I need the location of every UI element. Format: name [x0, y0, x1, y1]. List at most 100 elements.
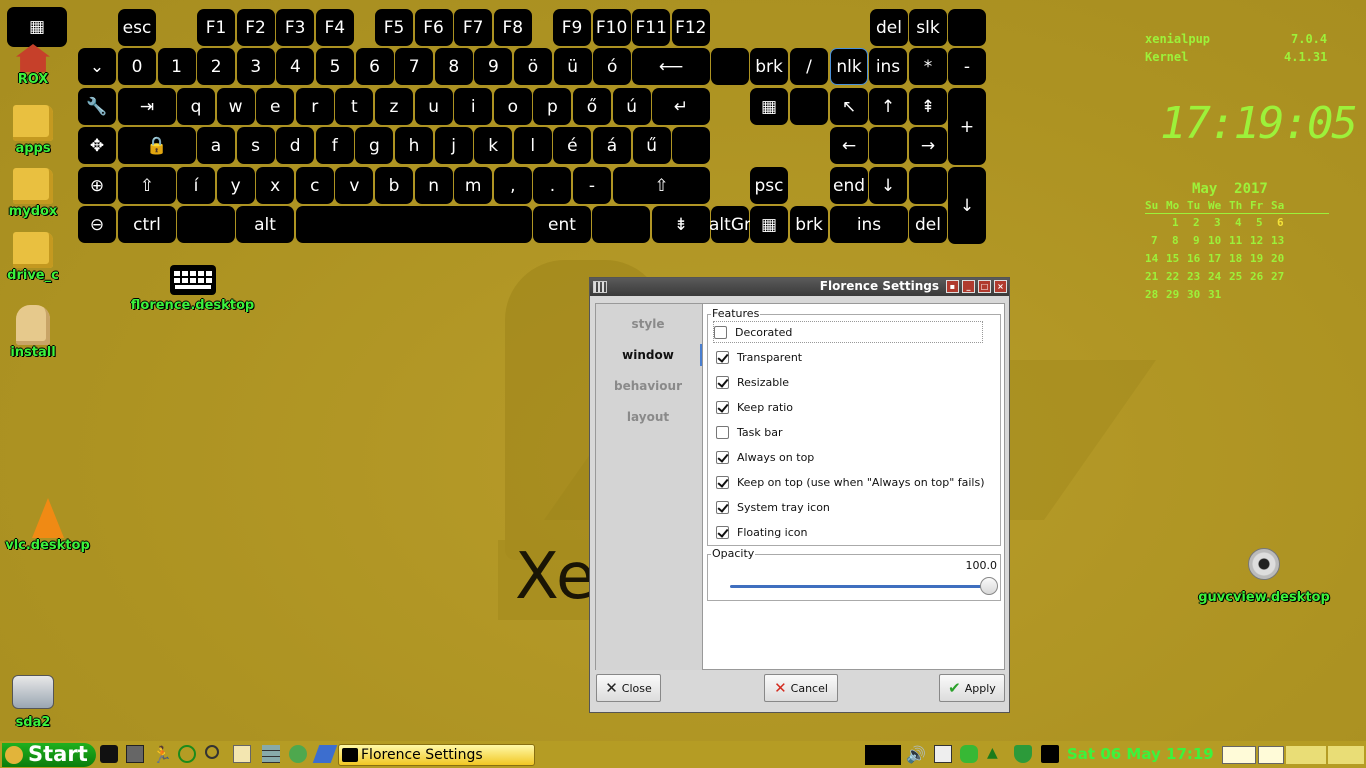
display-icon[interactable] — [100, 745, 118, 763]
pager-desktop-2[interactable] — [1258, 746, 1284, 764]
minus-key[interactable]: - — [948, 48, 986, 85]
left-arrow-key[interactable]: ← — [830, 127, 868, 164]
paint-icon[interactable] — [289, 745, 307, 763]
keyboard-layout-key-2[interactable]: ▦ — [750, 206, 788, 243]
key-digit-4[interactable]: 4 — [276, 48, 315, 85]
key-letter-8[interactable]: o — [493, 88, 532, 125]
right-arrow-key[interactable]: → — [909, 127, 947, 164]
f10-key[interactable]: F10 — [592, 9, 631, 46]
end-key[interactable]: end — [830, 167, 868, 204]
key-letter-row4-7[interactable]: m — [454, 167, 493, 204]
down-arrow-key[interactable]: ↓ — [869, 167, 907, 204]
enter-lower-key[interactable] — [672, 127, 710, 164]
key-letter-row3-9[interactable]: é — [553, 127, 592, 164]
key-letter-row3-4[interactable]: g — [355, 127, 394, 164]
numpad-enter-key[interactable]: ↓ — [948, 167, 986, 244]
opacity-slider-handle[interactable] — [980, 577, 998, 595]
key-letter-row3-1[interactable]: s — [236, 127, 275, 164]
desktop-icon-sda2[interactable]: sda2 — [6, 675, 60, 730]
ent-key[interactable]: ent — [533, 206, 591, 243]
feature-checkbox[interactable] — [714, 325, 727, 339]
tab-style[interactable]: style — [596, 317, 700, 331]
cancel-button[interactable]: ✕ Cancel — [764, 674, 838, 702]
key-letter-1[interactable]: w — [216, 88, 255, 125]
desktop-icon-florence[interactable]: florence.desktop — [130, 265, 255, 313]
altgr-key[interactable]: altGr — [709, 206, 751, 243]
keyboard-tray-icon[interactable] — [1041, 745, 1059, 763]
desktop-icon-mydox[interactable]: mydox — [6, 168, 60, 219]
network-icon[interactable]: ▲ — [987, 745, 1005, 763]
grid-icon[interactable] — [262, 745, 280, 763]
numlock-key[interactable]: nlk — [830, 48, 868, 85]
pager-desktop-1[interactable] — [1222, 746, 1256, 764]
zoom-in-key[interactable]: ⊕ — [78, 167, 116, 204]
tab-behaviour[interactable]: behaviour — [596, 379, 700, 393]
desktop-icon-apps[interactable]: apps — [8, 105, 58, 156]
asterisk-key[interactable]: * — [909, 48, 947, 85]
key-letter-5[interactable]: z — [375, 88, 413, 125]
blank-key[interactable] — [869, 127, 907, 164]
key-letter-row3-7[interactable]: k — [474, 127, 513, 164]
scroll-lock-key[interactable]: slk — [909, 9, 947, 46]
key-letter-4[interactable]: t — [335, 88, 374, 125]
collapse-key[interactable]: ⌄ — [78, 48, 116, 85]
f3-key[interactable]: F3 — [276, 9, 315, 46]
feature-checkbox[interactable] — [716, 400, 729, 414]
feature-checkbox[interactable] — [716, 500, 729, 514]
feature-option[interactable]: Keep ratio — [716, 397, 793, 417]
key-letter-11[interactable]: ú — [612, 88, 651, 125]
plus-key[interactable]: + — [948, 88, 986, 165]
key-letter-row4-10[interactable]: - — [573, 167, 611, 204]
desktop-icon-install[interactable]: install — [8, 305, 58, 360]
alt-key[interactable]: alt — [236, 206, 294, 243]
backspace-key[interactable]: ⟵ — [632, 48, 710, 85]
super-key[interactable] — [177, 206, 235, 243]
maximize-button[interactable]: □ — [978, 280, 991, 293]
desktop-icon-drive-c[interactable]: drive_c — [6, 232, 60, 283]
key-digit-7[interactable]: 7 — [395, 48, 434, 85]
key-letter-row4-2[interactable]: x — [256, 167, 295, 204]
caps-lock-key[interactable]: 🔒 — [118, 127, 196, 164]
break-key[interactable]: brk — [750, 48, 788, 85]
key-letter-row4-0[interactable]: í — [177, 167, 215, 204]
storage-icon[interactable] — [960, 745, 978, 763]
key-letter-row4-8[interactable]: , — [493, 167, 532, 204]
insert-key[interactable]: ins — [869, 48, 907, 85]
blank-key[interactable] — [790, 88, 828, 125]
keyboard-layout-key[interactable]: ▦ — [750, 88, 788, 125]
key-letter-row4-1[interactable]: y — [216, 167, 255, 204]
key-letter-row4-3[interactable]: c — [295, 167, 334, 204]
key-char-10[interactable]: ö — [514, 48, 552, 85]
key-digit-5[interactable]: 5 — [316, 48, 354, 85]
f8-key[interactable]: F8 — [493, 9, 532, 46]
right-shift-key[interactable]: ⇧ — [613, 167, 710, 204]
feature-checkbox[interactable] — [716, 425, 729, 439]
break-key-2[interactable]: brk — [790, 206, 828, 243]
up-arrow-key[interactable]: ↑ — [869, 88, 907, 125]
key-letter-9[interactable]: p — [533, 88, 572, 125]
key-letter-row3-11[interactable]: ű — [632, 127, 671, 164]
delete-key[interactable]: del — [870, 9, 908, 46]
feature-option[interactable]: Resizable — [716, 372, 789, 392]
key-letter-7[interactable]: i — [454, 88, 493, 125]
power-icon[interactable] — [178, 745, 196, 763]
key-letter-row4-6[interactable]: n — [414, 167, 453, 204]
apply-button[interactable]: ✔ Apply — [939, 674, 1005, 702]
key-letter-6[interactable]: u — [414, 88, 453, 125]
insert-key-2[interactable]: ins — [830, 206, 908, 243]
f6-key[interactable]: F6 — [414, 9, 453, 46]
key-letter-row3-0[interactable]: a — [197, 127, 235, 164]
start-button[interactable]: Start — [2, 742, 96, 767]
shade-button[interactable]: ▪ — [946, 280, 959, 293]
key-letter-row3-5[interactable]: h — [395, 127, 433, 164]
f9-key[interactable]: F9 — [553, 9, 591, 46]
feature-option[interactable]: Transparent — [716, 347, 802, 367]
f12-key[interactable]: F12 — [671, 9, 710, 46]
f1-key[interactable]: F1 — [197, 9, 235, 46]
minimize-button[interactable]: _ — [962, 280, 975, 293]
f5-key[interactable]: F5 — [375, 9, 413, 46]
key-letter-row3-8[interactable]: l — [513, 127, 552, 164]
menu-key[interactable] — [592, 206, 650, 243]
tab-key[interactable]: ⇥ — [118, 88, 176, 125]
tab-window[interactable]: window — [596, 348, 700, 362]
